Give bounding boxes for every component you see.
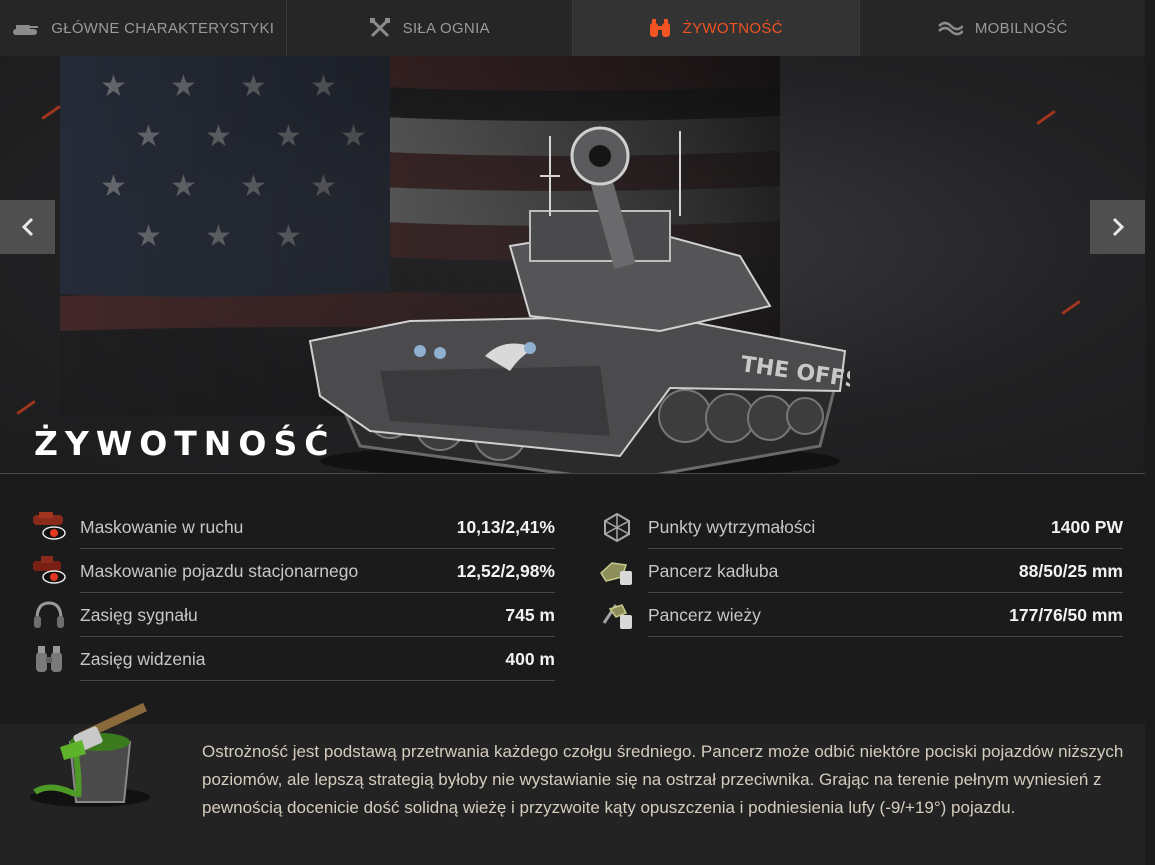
- headphones-icon: [34, 601, 64, 628]
- stat-value: 177/76/50 mm: [1009, 605, 1123, 625]
- stat-value: 400 m: [505, 649, 555, 669]
- crossed-guns-icon: [369, 18, 390, 38]
- row-divider: [648, 636, 1123, 637]
- stat-label: Zasięg widzenia: [80, 649, 206, 669]
- tab-firepower[interactable]: SIŁA OGNIA: [287, 0, 573, 56]
- tab-label: ŻYWOTNOŚĆ: [682, 19, 783, 37]
- turret-armor-icon: [602, 604, 632, 629]
- stat-label: Punkty wytrzymałości: [648, 517, 816, 537]
- row-divider: [80, 680, 555, 681]
- tab-main-characteristics[interactable]: GŁÓWNE CHARAKTERYSTYKI: [0, 0, 287, 56]
- tank-image: THE OFFSPRING: [308, 126, 850, 474]
- stat-row-turret-armor: Pancerz wieży 177/76/50 mm: [598, 593, 1123, 637]
- paint-bucket-icon: [30, 702, 150, 807]
- description-text: Ostrożność jest podstawą przetrwania każ…: [202, 742, 1124, 817]
- stat-label: Maskowanie w ruchu: [80, 517, 244, 537]
- stat-value: 10,13/2,41%: [456, 517, 555, 537]
- tab-label: SIŁA OGNIA: [402, 19, 490, 37]
- hit-points-icon: [604, 512, 630, 543]
- stat-label: Zasięg sygnału: [80, 605, 198, 625]
- stat-value: 88/50/25 mm: [1018, 561, 1123, 581]
- tank-icon: [13, 25, 39, 35]
- vehicle-hero: ★★★★ ★★★★ ★★★★ ★★★: [0, 56, 1145, 474]
- camo-moving-icon: [33, 512, 66, 540]
- chevron-left-icon: [21, 217, 33, 237]
- tab-label: MOBILNOŚĆ: [974, 19, 1068, 37]
- previous-arrow-button[interactable]: [0, 200, 55, 254]
- stat-row-hull-armor: Pancerz kadłuba 88/50/25 mm: [598, 549, 1123, 593]
- chevron-right-icon: [1112, 217, 1124, 237]
- stat-row-camo-stationary: Maskowanie pojazdu stacjonarnego 12,52/2…: [30, 549, 555, 593]
- binoculars-icon: [36, 646, 62, 672]
- stat-row-signal-range: Zasięg sygnału 745 m: [30, 593, 555, 637]
- stat-label: Maskowanie pojazdu stacjonarnego: [80, 561, 359, 581]
- next-arrow-button[interactable]: [1090, 200, 1145, 254]
- stat-label: Pancerz wieży: [648, 605, 761, 625]
- tracks-icon: [938, 21, 963, 36]
- stats-right-column: Punkty wytrzymałości 1400 PW Pancerz kad…: [598, 505, 1123, 637]
- stat-value: 745 m: [505, 605, 555, 625]
- stat-value: 1400 PW: [1051, 517, 1123, 537]
- binoculars-icon: [649, 19, 670, 37]
- tab-survivability[interactable]: ŻYWOTNOŚĆ: [573, 0, 860, 56]
- stat-row-camo-moving: Maskowanie w ruchu 10,13/2,41%: [30, 505, 555, 549]
- stat-value: 12,52/2,98%: [456, 561, 555, 581]
- section-title: ŻYWOTNOŚĆ: [34, 424, 336, 463]
- camo-stationary-icon: [33, 556, 66, 584]
- tab-bar: GŁÓWNE CHARAKTERYSTYKI SIŁA OGNIA ŻYWOTN…: [0, 0, 1145, 56]
- tab-label: GŁÓWNE CHARAKTERYSTYKI: [51, 19, 275, 37]
- hero-divider: [0, 473, 1145, 474]
- stat-label: Pancerz kadłuba: [648, 561, 779, 581]
- stats-left-column: Maskowanie w ruchu 10,13/2,41% Maskowani…: [30, 505, 555, 681]
- stat-row-view-range: Zasięg widzenia 400 m: [30, 637, 555, 681]
- stat-row-hit-points: Punkty wytrzymałości 1400 PW: [598, 505, 1123, 549]
- tab-mobility[interactable]: MOBILNOŚĆ: [860, 0, 1146, 56]
- hull-armor-icon: [600, 562, 632, 585]
